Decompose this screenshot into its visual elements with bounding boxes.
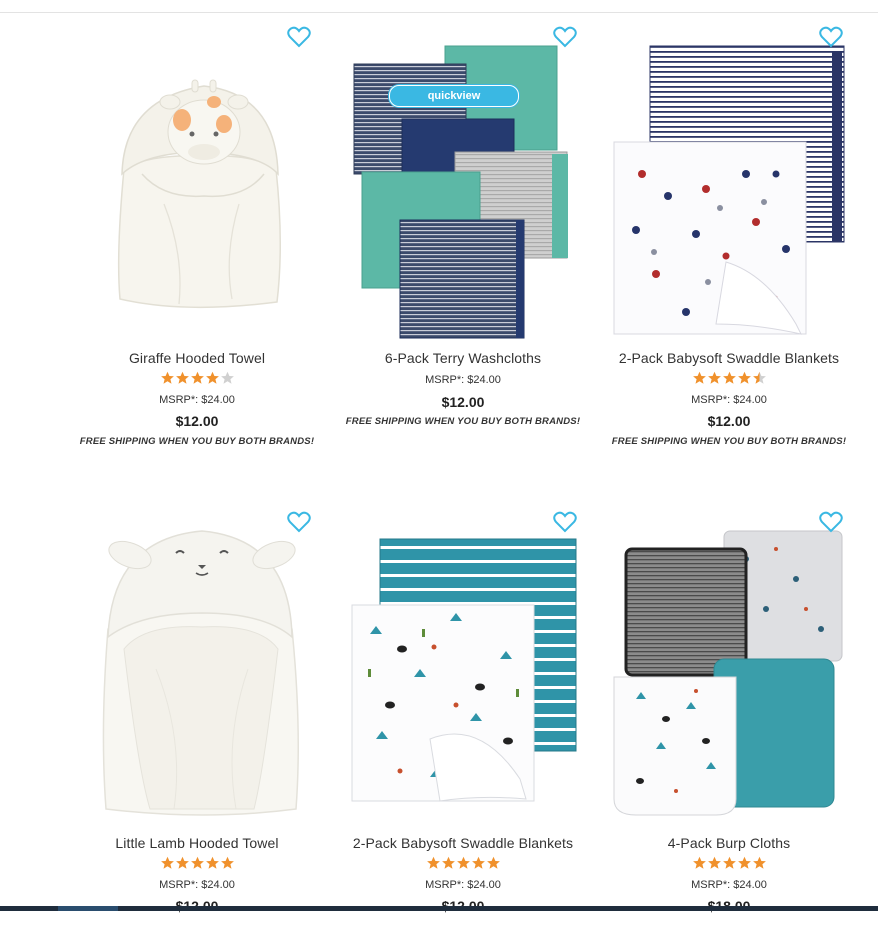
- product-msrp: MSRP*: $24.00: [425, 374, 501, 386]
- product-title[interactable]: 6-Pack Terry Washcloths: [330, 350, 596, 366]
- product-image[interactable]: [330, 24, 596, 344]
- product-image[interactable]: [596, 24, 862, 344]
- star-icon: [737, 856, 751, 869]
- product-title[interactable]: Little Lamb Hooded Towel: [64, 835, 330, 851]
- product-title[interactable]: Giraffe Hooded Towel: [64, 350, 330, 366]
- wishlist-heart-icon[interactable]: [287, 511, 311, 533]
- product-price: $12.00: [175, 413, 219, 429]
- star-icon: [426, 856, 440, 869]
- star-icon: [175, 371, 189, 384]
- bottom-bar-segment: [58, 906, 118, 911]
- star-icon: [220, 856, 234, 869]
- star-icon: [205, 856, 219, 869]
- star-icon: [722, 371, 736, 384]
- star-icon: [707, 371, 721, 384]
- product-msrp: MSRP*: $24.00: [425, 879, 501, 891]
- product-card-terry-washcloths[interactable]: quickview 6-Pack Terry Washcloths MSRP*:…: [330, 12, 596, 452]
- star-icon: [471, 856, 485, 869]
- star-icon: [752, 856, 766, 869]
- star-icon: [220, 371, 234, 384]
- star-icon: [722, 856, 736, 869]
- free-shipping-note: FREE SHIPPING WHEN YOU BUY BOTH BRANDS!: [611, 436, 847, 447]
- product-title[interactable]: 4-Pack Burp Cloths: [596, 835, 862, 851]
- star-icon: [190, 856, 204, 869]
- bottom-bar: [0, 906, 878, 911]
- wishlist-heart-icon[interactable]: [287, 26, 311, 48]
- product-card-burp-cloths[interactable]: 4-Pack Burp Cloths MSRP*: $24.00 $18.00: [596, 497, 862, 937]
- product-card-lamb-towel[interactable]: Little Lamb Hooded Towel MSRP*: $24.00 $…: [64, 497, 330, 937]
- product-price: $12.00: [707, 413, 751, 429]
- quickview-button[interactable]: quickview: [389, 85, 519, 107]
- rating-stars: [596, 856, 862, 872]
- star-icon: [175, 856, 189, 869]
- product-image[interactable]: [596, 509, 862, 829]
- product-title[interactable]: 2-Pack Babysoft Swaddle Blankets: [596, 350, 862, 366]
- star-icon: [441, 856, 455, 869]
- star-icon: [707, 856, 721, 869]
- product-msrp: MSRP*: $24.00: [691, 879, 767, 891]
- star-icon: [692, 856, 706, 869]
- star-icon: [486, 856, 500, 869]
- free-shipping-note: FREE SHIPPING WHEN YOU BUY BOTH BRANDS!: [345, 416, 581, 427]
- free-shipping-note: FREE SHIPPING WHEN YOU BUY BOTH BRANDS!: [79, 436, 315, 447]
- product-image[interactable]: [64, 509, 330, 829]
- product-msrp: MSRP*: $24.00: [159, 394, 235, 406]
- product-title[interactable]: 2-Pack Babysoft Swaddle Blankets: [330, 835, 596, 851]
- wishlist-heart-icon[interactable]: [819, 511, 843, 533]
- star-icon: [160, 856, 174, 869]
- rating-stars: [64, 371, 330, 387]
- wishlist-heart-icon[interactable]: [553, 26, 577, 48]
- star-icon: [160, 371, 174, 384]
- star-icon: [692, 371, 706, 384]
- product-image[interactable]: [330, 509, 596, 829]
- star-icon: [752, 371, 766, 384]
- star-icon: [737, 371, 751, 384]
- rating-stars: [330, 856, 596, 872]
- product-msrp: MSRP*: $24.00: [691, 394, 767, 406]
- wishlist-heart-icon[interactable]: [553, 511, 577, 533]
- star-icon: [190, 371, 204, 384]
- product-msrp: MSRP*: $24.00: [159, 879, 235, 891]
- product-card-swaddle-blankets-sports[interactable]: 2-Pack Babysoft Swaddle Blankets MSRP*: …: [596, 12, 862, 452]
- product-price: $12.00: [441, 394, 485, 410]
- star-icon: [456, 856, 470, 869]
- product-card-giraffe-towel[interactable]: Giraffe Hooded Towel MSRP*: $24.00 $12.0…: [64, 12, 330, 452]
- rating-stars: [64, 856, 330, 872]
- product-image[interactable]: [64, 24, 330, 344]
- product-card-swaddle-blankets-camping[interactable]: 2-Pack Babysoft Swaddle Blankets MSRP*: …: [330, 497, 596, 937]
- rating-stars: [596, 371, 862, 387]
- wishlist-heart-icon[interactable]: [819, 26, 843, 48]
- star-icon: [205, 371, 219, 384]
